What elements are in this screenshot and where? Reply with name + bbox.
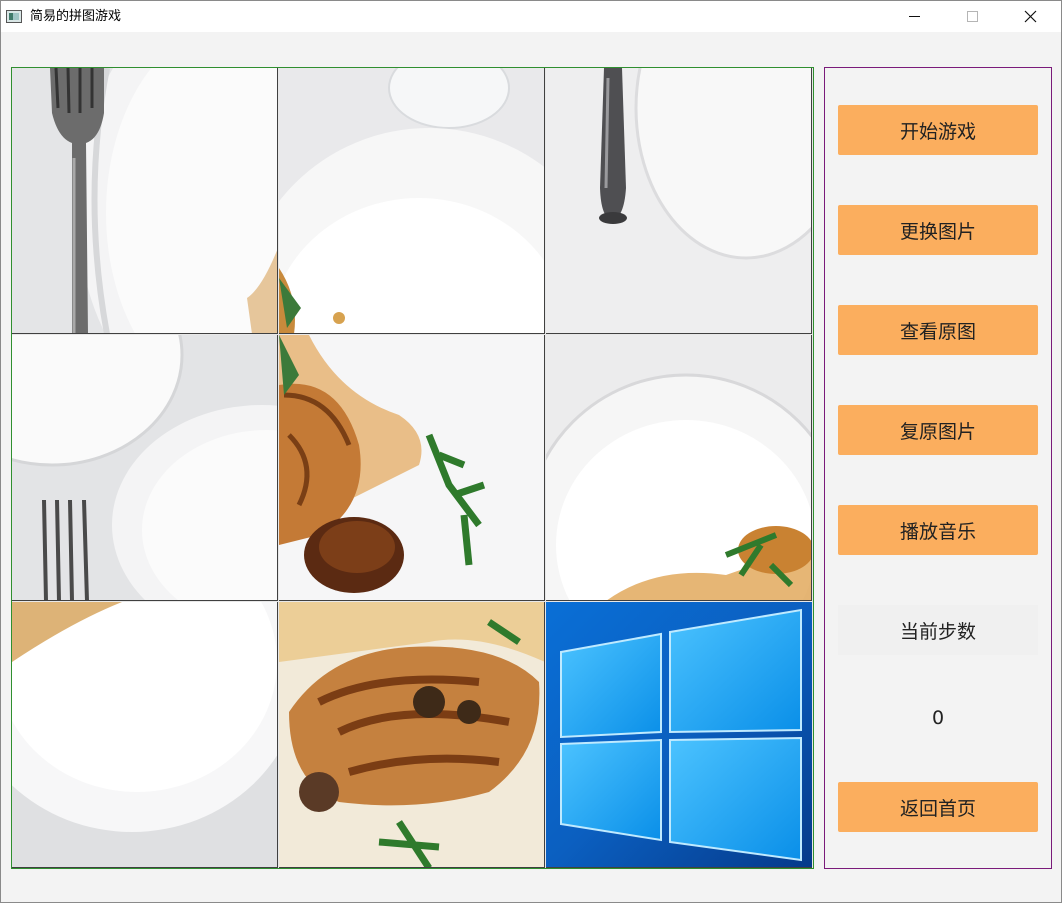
maximize-icon[interactable] (949, 1, 995, 32)
close-icon[interactable] (1007, 1, 1053, 32)
app-window: 简易的拼图游戏 开始游戏 更换图片 查看原图 复原图片 播放音乐 当前步数 0 … (0, 0, 1062, 903)
window-title: 简易的拼图游戏 (30, 9, 122, 24)
restore-image-button[interactable]: 复原图片 (838, 405, 1038, 455)
step-count-label: 当前步数 (838, 605, 1038, 655)
puzzle-tile[interactable] (12, 68, 278, 334)
play-music-button[interactable]: 播放音乐 (838, 505, 1038, 555)
puzzle-tile[interactable] (12, 602, 278, 868)
change-image-button[interactable]: 更换图片 (838, 205, 1038, 255)
app-icon (6, 10, 22, 23)
puzzle-tile[interactable] (279, 335, 545, 601)
view-original-button[interactable]: 查看原图 (838, 305, 1038, 355)
puzzle-tile[interactable] (546, 68, 812, 334)
step-count-value: 0 (931, 707, 945, 729)
back-home-button[interactable]: 返回首页 (838, 782, 1038, 832)
blank-tile[interactable] (546, 602, 812, 868)
control-panel: 开始游戏 更换图片 查看原图 复原图片 播放音乐 当前步数 0 返回首页 (824, 67, 1052, 869)
puzzle-tile[interactable] (12, 335, 278, 601)
puzzle-board (11, 67, 814, 869)
title-bar[interactable]: 简易的拼图游戏 (1, 1, 1061, 32)
puzzle-tile[interactable] (546, 335, 812, 601)
puzzle-tile[interactable] (279, 602, 545, 868)
start-game-button[interactable]: 开始游戏 (838, 105, 1038, 155)
puzzle-tile[interactable] (279, 68, 545, 334)
minimize-icon[interactable] (891, 1, 937, 32)
